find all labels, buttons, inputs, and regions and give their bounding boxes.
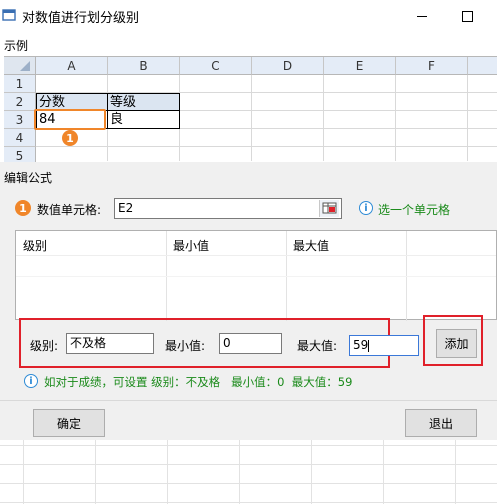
row-header-3[interactable]: 3 bbox=[4, 111, 36, 129]
list-row-divider bbox=[16, 276, 496, 277]
max-input-value: 59 bbox=[353, 338, 369, 352]
title-bar: 对数值进行划分级别 bbox=[0, 0, 497, 32]
minimize-button[interactable] bbox=[410, 4, 434, 28]
sheet-corner bbox=[4, 57, 36, 75]
row-header-1[interactable]: 1 bbox=[4, 75, 36, 93]
example-marker-badge: 1 bbox=[62, 130, 78, 146]
window-title: 对数值进行划分级别 bbox=[22, 11, 140, 26]
col-header-a[interactable]: A bbox=[36, 57, 108, 75]
col-header-g bbox=[468, 57, 497, 75]
range-picker-icon bbox=[322, 202, 337, 214]
maximize-button[interactable] bbox=[455, 4, 479, 28]
text-cursor bbox=[368, 339, 370, 352]
step-marker-badge: 1 bbox=[15, 200, 31, 216]
example-section-label: 示例 bbox=[4, 39, 29, 53]
cell-a3-highlight bbox=[34, 109, 106, 130]
max-input[interactable]: 59 bbox=[349, 335, 419, 356]
cell-b3[interactable]: 良 bbox=[108, 111, 180, 129]
minimize-icon bbox=[417, 15, 427, 17]
add-button[interactable]: 添加 bbox=[436, 329, 477, 358]
level-input[interactable]: 不及格 bbox=[66, 333, 154, 354]
col-header-e[interactable]: E bbox=[324, 57, 396, 75]
cell-b2[interactable]: 等级 bbox=[108, 93, 180, 111]
background-spreadsheet bbox=[0, 440, 497, 504]
col-header-f[interactable]: F bbox=[396, 57, 468, 75]
select-cell-hint: 选一个单元格 bbox=[378, 203, 451, 217]
grade-list[interactable]: 级别 最小值 最大值 bbox=[15, 230, 497, 321]
list-header-min[interactable]: 最小值 bbox=[173, 237, 209, 254]
min-label: 最小值: bbox=[165, 339, 206, 353]
list-header-level[interactable]: 级别 bbox=[23, 237, 47, 254]
info-icon: i bbox=[359, 201, 373, 215]
edit-formula-section-label: 编辑公式 bbox=[4, 171, 53, 185]
app-icon bbox=[2, 8, 16, 22]
value-cell-input[interactable]: E2 bbox=[114, 198, 342, 219]
row-header-4[interactable]: 4 bbox=[4, 129, 36, 147]
exit-button[interactable]: 退出 bbox=[405, 409, 477, 437]
tip-text: 如对于成绩，可设置 级别：不及格 最小值：0 最大值：59 bbox=[44, 375, 353, 389]
col-header-d[interactable]: D bbox=[252, 57, 324, 75]
row-header-2[interactable]: 2 bbox=[4, 93, 36, 111]
list-row-divider bbox=[16, 255, 496, 256]
max-label: 最大值: bbox=[297, 339, 338, 353]
level-label: 级别: bbox=[30, 339, 59, 353]
ok-button[interactable]: 确定 bbox=[33, 409, 105, 437]
col-header-c[interactable]: C bbox=[180, 57, 252, 75]
min-input[interactable]: 0 bbox=[219, 333, 282, 354]
list-header-max[interactable]: 最大值 bbox=[293, 237, 329, 254]
maximize-icon bbox=[461, 10, 473, 22]
tip-info-icon: i bbox=[24, 374, 38, 388]
col-header-b[interactable]: B bbox=[108, 57, 180, 75]
example-spreadsheet: A B C D E F 1 2 3 4 5 分数 等级 84 良 1 bbox=[4, 56, 497, 165]
range-picker-button[interactable] bbox=[319, 200, 339, 217]
value-cell-label: 数值单元格: bbox=[37, 203, 102, 217]
